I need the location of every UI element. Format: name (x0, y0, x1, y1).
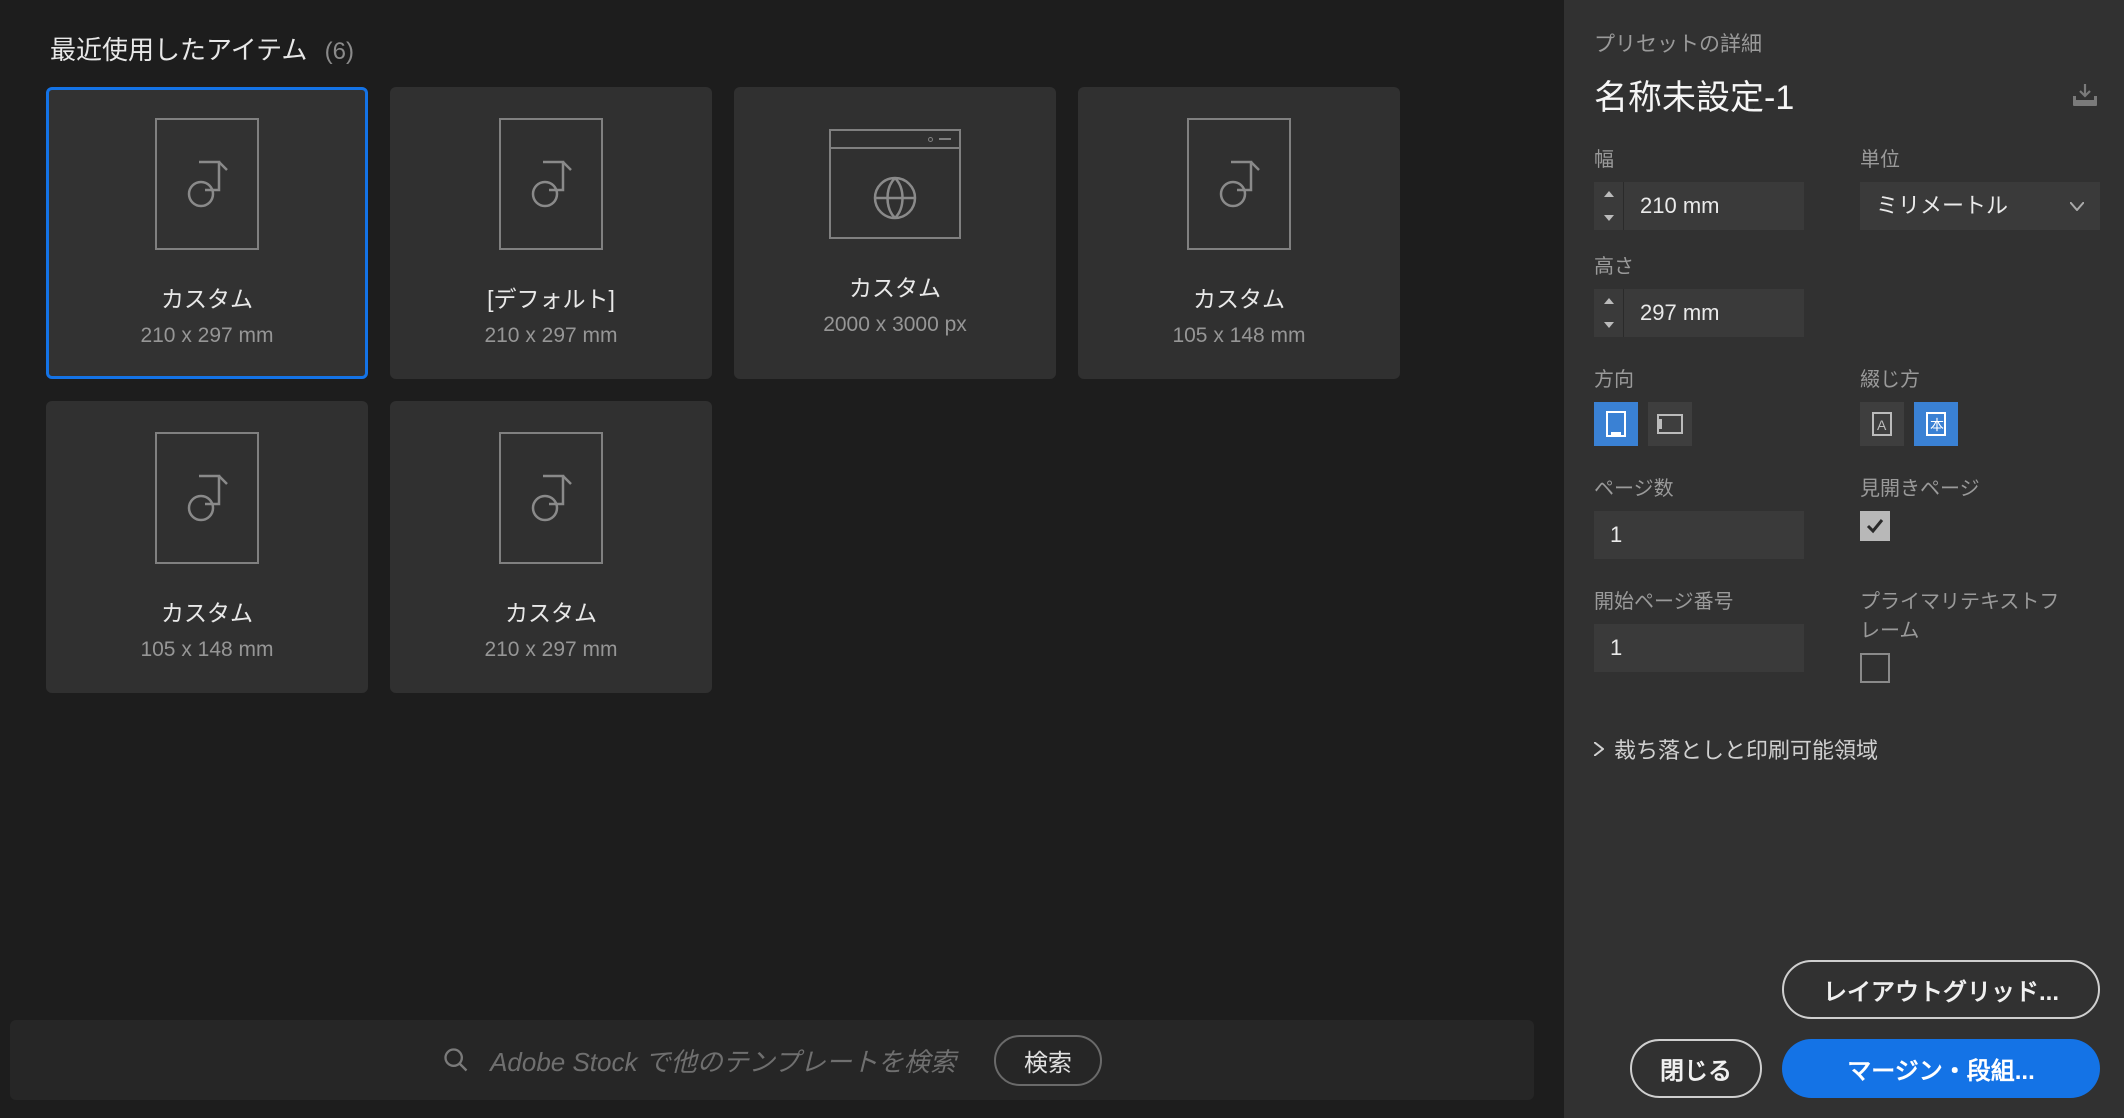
preset-card[interactable]: カスタム 210 x 297 mm (46, 87, 368, 379)
preset-card-label: カスタム (161, 280, 253, 314)
preset-card[interactable]: カスタム 105 x 148 mm (1078, 87, 1400, 379)
width-label: 幅 (1594, 143, 1834, 172)
preset-card-label: カスタム (161, 594, 253, 628)
preset-card-dimensions: 210 x 297 mm (140, 324, 273, 348)
svg-text:本: 本 (1930, 417, 1944, 433)
orientation-label: 方向 (1594, 363, 1834, 392)
start-page-label: 開始ページ番号 (1594, 585, 1834, 614)
binding-toggle: A 本 (1860, 402, 2100, 446)
preset-card[interactable]: [デフォルト] 210 x 297 mm (390, 87, 712, 379)
web-page-icon (829, 129, 961, 239)
svg-text:A: A (1877, 417, 1887, 433)
close-button[interactable]: 閉じる (1630, 1039, 1762, 1098)
width-step-up[interactable] (1594, 182, 1623, 206)
document-page-icon (155, 432, 259, 564)
document-page-icon (499, 432, 603, 564)
preset-name[interactable]: 名称未設定-1 (1594, 70, 1794, 119)
preset-card-grid: カスタム 210 x 297 mm [デフォルト] 210 x 297 mm カ… (0, 87, 1564, 693)
preset-card-label: [デフォルト] (487, 280, 615, 314)
document-page-icon (499, 118, 603, 250)
preset-card-dimensions: 210 x 297 mm (484, 638, 617, 662)
width-step-down[interactable] (1594, 206, 1623, 230)
preset-card[interactable]: カスタム 210 x 297 mm (390, 401, 712, 693)
preset-card-dimensions: 210 x 297 mm (484, 324, 617, 348)
preset-card[interactable]: カスタム 105 x 148 mm (46, 401, 368, 693)
orientation-toggle (1594, 402, 1834, 446)
start-page-input[interactable]: 1 (1594, 624, 1804, 672)
preset-detail-panel: プリセットの詳細 名称未設定-1 幅 (1564, 0, 2124, 1118)
facing-pages-label: 見開きページ (1860, 472, 2100, 501)
section-count: (6) (325, 38, 354, 65)
bleed-accordion-label: 裁ち落としと印刷可能領域 (1614, 733, 1878, 765)
orientation-landscape[interactable] (1648, 402, 1692, 446)
pages-label: ページ数 (1594, 472, 1834, 501)
units-label: 単位 (1860, 143, 2100, 172)
primary-text-frame-checkbox[interactable] (1860, 653, 1890, 683)
chevron-down-icon (2070, 202, 2084, 211)
pages-input[interactable]: 1 (1594, 511, 1804, 559)
stock-search-go-button[interactable]: 検索 (994, 1035, 1102, 1086)
document-page-icon (155, 118, 259, 250)
save-preset-icon[interactable] (2070, 82, 2100, 108)
document-page-icon (1187, 118, 1291, 250)
section-title: 最近使用したアイテム (6) (0, 30, 1564, 87)
height-label: 高さ (1594, 250, 1804, 279)
preset-card-label: カスタム (849, 269, 941, 303)
margins-columns-button[interactable]: マージン・段組... (1782, 1039, 2100, 1098)
panel-header: プリセットの詳細 (1594, 28, 2100, 58)
preset-card-dimensions: 2000 x 3000 px (823, 313, 967, 337)
height-input[interactable]: 297 mm (1624, 289, 1804, 337)
units-select[interactable]: ミリメートル (1860, 182, 2100, 230)
preset-name-row: 名称未設定-1 (1594, 70, 2100, 119)
preset-card[interactable]: カスタム 2000 x 3000 px (734, 87, 1056, 379)
width-input[interactable]: 210 mm (1624, 182, 1804, 230)
primary-text-frame-label: プライマリテキストフレーム (1860, 585, 2060, 643)
binding-rtl[interactable]: 本 (1914, 402, 1958, 446)
section-title-text: 最近使用したアイテム (50, 35, 307, 65)
chevron-right-icon (1594, 742, 1604, 756)
preset-card-label: カスタム (505, 594, 597, 628)
search-icon (442, 1046, 470, 1074)
units-select-value: ミリメートル (1876, 182, 2008, 230)
stock-search-placeholder[interactable]: Adobe Stock で他のテンプレートを検索 (490, 1042, 956, 1079)
width-input-group: 210 mm (1594, 182, 1834, 230)
preset-card-dimensions: 105 x 148 mm (140, 638, 273, 662)
binding-label: 綴じ方 (1860, 363, 2100, 392)
stock-search-bar: Adobe Stock で他のテンプレートを検索 検索 (10, 1020, 1534, 1100)
preset-card-dimensions: 105 x 148 mm (1172, 324, 1305, 348)
facing-pages-checkbox[interactable] (1860, 511, 1890, 541)
main-area: 最近使用したアイテム (6) カスタム 210 x 297 mm [デフォルト]… (0, 0, 1564, 1118)
orientation-portrait[interactable] (1594, 402, 1638, 446)
bleed-accordion[interactable]: 裁ち落としと印刷可能領域 (1594, 733, 2100, 765)
height-step-down[interactable] (1594, 313, 1623, 337)
height-input-group: 297 mm (1594, 289, 1804, 337)
preset-card-label: カスタム (1193, 280, 1285, 314)
app-root: 最近使用したアイテム (6) カスタム 210 x 297 mm [デフォルト]… (0, 0, 2124, 1118)
panel-footer: レイアウトグリッド... 閉じる マージン・段組... (1594, 930, 2100, 1098)
layout-grid-button[interactable]: レイアウトグリッド... (1782, 960, 2100, 1019)
binding-ltr[interactable]: A (1860, 402, 1904, 446)
height-step-up[interactable] (1594, 289, 1623, 313)
